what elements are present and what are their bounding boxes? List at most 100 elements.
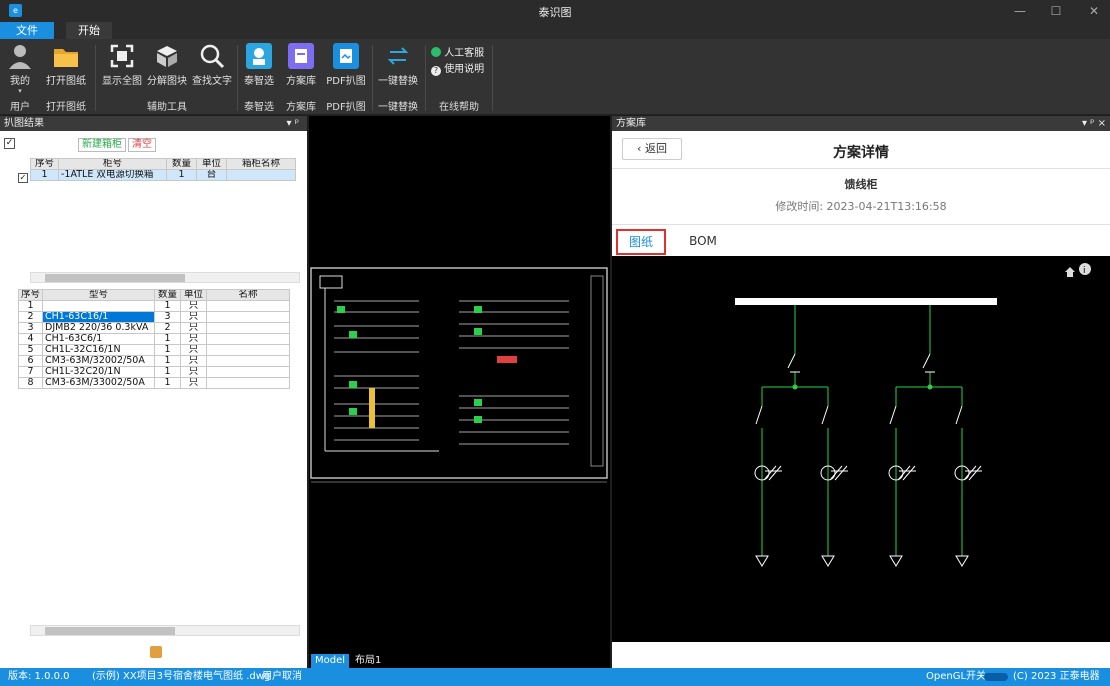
minimize-icon[interactable]: — — [1008, 2, 1032, 20]
row-checkbox[interactable]: ✓ — [18, 173, 28, 183]
home-icon — [1065, 267, 1075, 277]
group-label-open-drawing: 打开图纸 — [46, 102, 86, 113]
table-row[interactable]: 5 CH1L-32C16/1N 1 只 — [17, 344, 290, 356]
cell-name[interactable] — [226, 169, 296, 181]
tab-layout1[interactable]: 布局1 — [351, 654, 385, 668]
scrollbar-thumb[interactable] — [45, 627, 175, 635]
current-file: (示例) XX项目3号宿舍楼电气图纸 .dwg — [92, 671, 271, 682]
table-row[interactable]: 1 -1ATLE 双电源切换箱 1 台 — [30, 169, 296, 181]
table-row[interactable]: 8 CM3-63M/33002/50A 1 只 — [17, 377, 290, 389]
tab-bom[interactable]: BOM — [678, 229, 728, 255]
scheme-name: 馈线柜 — [844, 178, 878, 191]
user-guide-label: 使用说明 — [444, 64, 485, 75]
opengl-toggle[interactable] — [984, 673, 1008, 681]
maximize-icon[interactable]: ☐ — [1044, 2, 1068, 20]
table-row[interactable]: 2 CH1-63C16/1 3 只 — [17, 311, 290, 323]
show-full-view-label: 显示全图 — [102, 76, 142, 87]
export-excel-icon[interactable] — [150, 646, 162, 658]
panel-header: 方案库 ▾ ᵖ × — [612, 116, 1110, 131]
smart-select-button[interactable]: 泰智选 — [241, 43, 277, 93]
clear-button[interactable]: 清空 — [128, 138, 156, 152]
parts-table: 序号 型号 数量 单位 名称 11只 2 CH1-63C16/1 3 只 3 DJMB2… — [17, 289, 290, 389]
open-drawing-label: 打开图纸 — [46, 76, 86, 87]
find-text-button[interactable]: 查找文字 — [190, 43, 234, 93]
open-drawing-button[interactable]: 打开图纸 — [40, 43, 92, 93]
tab-model[interactable]: Model — [311, 654, 350, 668]
cell-no: 1 — [30, 169, 59, 181]
user-icon — [9, 45, 31, 69]
cell-qty: 3 — [154, 311, 182, 323]
scheme-library-icon — [288, 43, 314, 69]
customer-service-label: 人工客服 — [444, 48, 485, 59]
divider — [372, 45, 373, 111]
find-text-label: 查找文字 — [192, 76, 232, 87]
group-label-replace: 一键替换 — [378, 102, 418, 113]
column-header: 单位 — [180, 289, 208, 301]
new-cabinet-button[interactable]: 新建箱柜 — [78, 138, 126, 152]
table-row[interactable]: 6 CM3-63M/32002/50A 1 只 — [17, 355, 290, 367]
cell-name[interactable] — [206, 377, 290, 389]
panel-controls-icon[interactable]: ▾ ᵖ × — [1082, 116, 1106, 131]
table-row[interactable]: 7 CH1L-32C20/1N 1 只 — [17, 366, 290, 378]
cell-qty: 1 — [154, 333, 182, 345]
horizontal-scrollbar[interactable] — [30, 272, 300, 283]
cell-qty: 1 — [154, 355, 182, 367]
column-header: 单位 — [196, 158, 227, 170]
opengl-label: OpenGL开关 — [926, 671, 987, 682]
cell-name[interactable] — [206, 311, 290, 323]
divider — [492, 45, 493, 111]
drawing-viewport[interactable]: Model 布局1 — [309, 116, 610, 668]
cell-name[interactable] — [206, 355, 290, 367]
column-header: 柜号 — [58, 158, 167, 170]
cell-name[interactable] — [206, 322, 290, 334]
scheme-drawing-view[interactable]: i — [612, 256, 1110, 642]
tab-drawing[interactable]: 图纸 — [616, 229, 666, 255]
table-row[interactable]: 3 DJMB2 220/36 0.3kVA 2 只 — [17, 322, 290, 334]
cell-model-selected[interactable]: CH1-63C16/1 — [42, 311, 156, 323]
cell-no: 8 — [17, 377, 44, 389]
select-all-checkbox[interactable]: ✓ — [4, 138, 15, 149]
cell-qty: 1 — [154, 366, 182, 378]
divider — [612, 224, 1110, 225]
cell-no: 4 — [17, 333, 44, 345]
panel-header: 扒图结果 ▾ ᵖ — [0, 116, 307, 131]
scheme-library-label: 方案库 — [286, 76, 316, 87]
customer-service-link[interactable]: 人工客服 — [431, 44, 485, 59]
group-label-smart-select: 泰智选 — [244, 102, 274, 113]
cell-code: -1ATLE 双电源切换箱 — [58, 169, 167, 181]
column-header: 序号 — [30, 158, 59, 170]
pin-icon[interactable]: ▾ ᵖ — [287, 116, 299, 131]
table-header: 序号 型号 数量 单位 名称 — [17, 289, 290, 301]
cell-name[interactable] — [206, 300, 290, 312]
cell-model: DJMB2 220/36 0.3kVA — [42, 322, 156, 334]
explode-block-button[interactable]: 分解图块 — [145, 43, 189, 93]
cell-unit: 只 — [180, 344, 208, 356]
cell-name[interactable] — [206, 333, 290, 345]
horizontal-scrollbar[interactable] — [30, 625, 300, 636]
scheme-library-button[interactable]: 方案库 — [283, 43, 319, 93]
cell-unit: 只 — [180, 322, 208, 334]
tab-start[interactable]: 开始 — [66, 22, 112, 39]
scrollbar-thumb[interactable] — [45, 274, 185, 282]
cell-model: CM3-63M/33002/50A — [42, 377, 156, 389]
single-line-diagram: i — [735, 263, 1091, 567]
pdf-extract-button[interactable]: PDF扒图 — [325, 43, 367, 93]
cell-unit: 只 — [180, 355, 208, 367]
table-row[interactable]: 4 CH1-63C6/1 1 只 — [17, 333, 290, 345]
table-row[interactable]: 11只 — [17, 300, 290, 312]
cell-name[interactable] — [206, 344, 290, 356]
pdf-extract-label: PDF扒图 — [326, 76, 366, 87]
divider — [237, 45, 238, 111]
cell-model — [42, 300, 156, 312]
cell-name[interactable] — [206, 366, 290, 378]
one-click-replace-button[interactable]: 一键替换 — [376, 43, 420, 93]
window-title: 泰识图 — [538, 6, 572, 19]
my-account-button[interactable]: 我的 ▾ — [4, 43, 36, 95]
column-header: 箱柜名称 — [226, 158, 296, 170]
cad-drawing — [310, 267, 608, 483]
tab-file[interactable]: 文件 — [0, 22, 54, 39]
cell-unit: 只 — [180, 300, 208, 312]
show-full-view-button[interactable]: 显示全图 — [100, 43, 144, 93]
user-guide-link[interactable]: ? 使用说明 — [431, 60, 485, 76]
close-icon[interactable]: ✕ — [1082, 2, 1106, 20]
